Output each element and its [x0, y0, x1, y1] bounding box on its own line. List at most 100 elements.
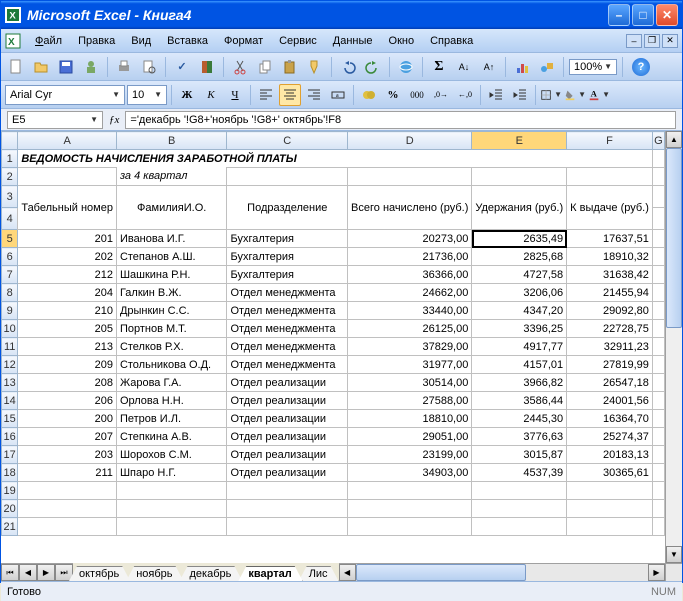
row-header-9[interactable]: 9 — [2, 302, 18, 320]
increase-indent-icon[interactable] — [509, 84, 531, 106]
tab-first-icon[interactable]: ⏮ — [1, 564, 19, 581]
mdi-minimize-button[interactable]: – — [626, 34, 642, 48]
font-size-combo[interactable]: 10▼ — [127, 85, 167, 105]
zoom-combo[interactable]: 100%▼ — [569, 59, 617, 75]
cell-withheld[interactable]: 2445,30 — [472, 410, 567, 428]
cell-total[interactable]: 27588,00 — [348, 392, 472, 410]
cell-withheld[interactable]: 4157,01 — [472, 356, 567, 374]
chart-icon[interactable] — [511, 56, 533, 78]
open-icon[interactable] — [30, 56, 52, 78]
col-header-C[interactable]: C — [227, 132, 348, 150]
cell-dept[interactable]: Отдел менеджмента — [227, 302, 348, 320]
increase-decimal-icon[interactable]: ,0→ — [430, 84, 452, 106]
cell-dept[interactable]: Отдел менеджмента — [227, 320, 348, 338]
row-header-18[interactable]: 18 — [2, 464, 18, 482]
cell-num[interactable]: 208 — [18, 374, 117, 392]
col-header-F[interactable]: F — [567, 132, 653, 150]
scroll-down-icon[interactable]: ▼ — [666, 546, 682, 563]
cell-withheld[interactable]: 4347,20 — [472, 302, 567, 320]
sort-asc-icon[interactable]: A↓ — [453, 56, 475, 78]
cell-empty[interactable] — [567, 518, 653, 536]
menu-tools[interactable]: Сервис — [271, 33, 325, 49]
cell-num[interactable]: 202 — [18, 248, 117, 266]
cell-num[interactable]: 200 — [18, 410, 117, 428]
row-header-8[interactable]: 8 — [2, 284, 18, 302]
cell-total[interactable]: 23199,00 — [348, 446, 472, 464]
row-header-10[interactable]: 10 — [2, 320, 18, 338]
cell-name[interactable]: Петров И.Л. — [116, 410, 227, 428]
cut-icon[interactable] — [229, 56, 251, 78]
bold-button[interactable]: Ж — [176, 84, 198, 106]
cell-empty[interactable] — [116, 518, 227, 536]
cell-name[interactable]: Стелков Р.Х. — [116, 338, 227, 356]
col-header-A[interactable]: A — [18, 132, 117, 150]
print-icon[interactable] — [113, 56, 135, 78]
row-header-21[interactable]: 21 — [2, 518, 18, 536]
cell-empty[interactable] — [652, 338, 664, 356]
cell-empty[interactable] — [652, 518, 664, 536]
scroll-thumb-horizontal[interactable] — [356, 564, 526, 581]
col-header-G[interactable]: G — [652, 132, 664, 150]
cell-payout[interactable]: 29092,80 — [567, 302, 653, 320]
cell-num[interactable]: 212 — [18, 266, 117, 284]
row-header-19[interactable]: 19 — [2, 482, 18, 500]
sum-icon[interactable]: Σ — [428, 56, 450, 78]
cell-withheld[interactable]: 3206,06 — [472, 284, 567, 302]
comma-icon[interactable]: 000 — [406, 84, 428, 106]
align-right-icon[interactable] — [303, 84, 325, 106]
cell-name[interactable]: Шорохов С.М. — [116, 446, 227, 464]
fx-icon[interactable]: ƒx — [109, 114, 119, 126]
cell-empty[interactable] — [348, 500, 472, 518]
cell-withheld[interactable]: 4727,58 — [472, 266, 567, 284]
cell-num[interactable]: 213 — [18, 338, 117, 356]
cell-A2[interactable] — [18, 168, 117, 186]
maximize-button[interactable]: □ — [632, 4, 654, 26]
sort-desc-icon[interactable]: A↑ — [478, 56, 500, 78]
hdr-payout[interactable]: К выдаче (руб.) — [567, 186, 653, 230]
cell-dept[interactable]: Отдел менеджмента — [227, 356, 348, 374]
font-combo[interactable]: Arial Cyr▼ — [5, 85, 125, 105]
cell-num[interactable]: 206 — [18, 392, 117, 410]
cell-payout[interactable]: 18910,32 — [567, 248, 653, 266]
cell-empty[interactable] — [227, 482, 348, 500]
cell-empty[interactable] — [652, 500, 664, 518]
horizontal-scrollbar[interactable]: ◀ ▶ — [339, 563, 665, 581]
cell-empty[interactable] — [652, 482, 664, 500]
cell-num[interactable]: 201 — [18, 230, 117, 248]
mdi-restore-button[interactable]: ❐ — [644, 34, 660, 48]
row-header-13[interactable]: 13 — [2, 374, 18, 392]
cell-name[interactable]: Жарова Г.А. — [116, 374, 227, 392]
spellcheck-icon[interactable]: ✓ — [171, 56, 193, 78]
cell-total[interactable]: 30514,00 — [348, 374, 472, 392]
cell-empty[interactable] — [116, 482, 227, 500]
cell-dept[interactable]: Отдел менеджмента — [227, 284, 348, 302]
scroll-right-icon[interactable]: ▶ — [648, 564, 665, 581]
cell-empty[interactable] — [652, 446, 664, 464]
menu-insert[interactable]: Вставка — [159, 33, 216, 49]
permission-icon[interactable] — [80, 56, 102, 78]
cell-dept[interactable]: Отдел реализации — [227, 446, 348, 464]
cell-dept[interactable]: Отдел реализации — [227, 374, 348, 392]
cell-num[interactable]: 205 — [18, 320, 117, 338]
row-header-17[interactable]: 17 — [2, 446, 18, 464]
menu-view[interactable]: Вид — [123, 33, 159, 49]
cell-name[interactable]: Шашкина Р.Н. — [116, 266, 227, 284]
cell-total[interactable]: 34903,00 — [348, 464, 472, 482]
cell-dept[interactable]: Бухгалтерия — [227, 248, 348, 266]
row-header-15[interactable]: 15 — [2, 410, 18, 428]
scroll-thumb-vertical[interactable] — [666, 148, 682, 328]
cell-empty[interactable] — [652, 356, 664, 374]
title-cell[interactable]: ВЕДОМОСТЬ НАЧИСЛЕНИЯ ЗАРАБОТНОЙ ПЛАТЫ — [18, 150, 653, 168]
cell-payout[interactable]: 32911,23 — [567, 338, 653, 356]
cell-payout[interactable]: 31638,42 — [567, 266, 653, 284]
print-preview-icon[interactable] — [138, 56, 160, 78]
row-header-4[interactable]: 4 — [2, 208, 18, 230]
scroll-up-icon[interactable]: ▲ — [666, 131, 682, 148]
borders-icon[interactable]: ▼ — [540, 84, 562, 106]
cell-empty[interactable] — [18, 518, 117, 536]
redo-icon[interactable] — [362, 56, 384, 78]
cell-withheld[interactable]: 3776,63 — [472, 428, 567, 446]
cell-num[interactable]: 204 — [18, 284, 117, 302]
menu-edit[interactable]: Правка — [70, 33, 123, 49]
research-icon[interactable] — [196, 56, 218, 78]
